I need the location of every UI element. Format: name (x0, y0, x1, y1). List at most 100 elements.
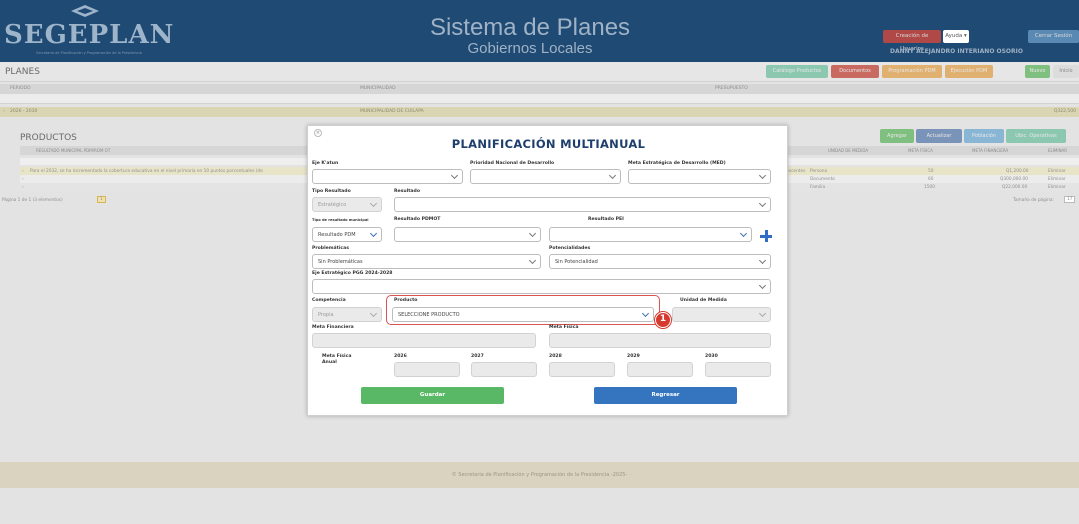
planes-grid-filter-row[interactable] (0, 94, 1079, 104)
year-2029-label: 2029 (627, 354, 640, 359)
update-product-button[interactable]: Actualizar (916, 129, 962, 143)
delete-link[interactable]: Eliminar (1048, 177, 1066, 182)
row-expand-icon[interactable]: › (3, 109, 5, 114)
add-product-button[interactable]: Agregar (880, 129, 914, 143)
competencia-label: Competencia (312, 298, 346, 303)
app-header: SEGEPLAN Secretaría de Planificación y P… (0, 0, 1079, 62)
eje-katun-select[interactable] (312, 169, 463, 184)
ejecucion-pdm-button[interactable]: Ejecución PDM (945, 65, 993, 78)
cell-meta-financiera: Q22,000.00 (1002, 184, 1028, 190)
year-2027-label: 2027 (471, 354, 484, 359)
meta-financiera-input[interactable] (312, 333, 536, 348)
page-size-label: Tamaño de página: (1013, 198, 1054, 203)
cell-meta-fisica: 60 (928, 176, 934, 182)
row-expand-icon[interactable]: › (22, 177, 24, 182)
help-dropdown[interactable]: Ayuda ▾ (943, 30, 969, 43)
page-size-select[interactable]: 17 (1064, 196, 1076, 203)
col-meta-fisica: META FISICA (908, 148, 933, 153)
poblacion-button[interactable]: Población (964, 129, 1004, 143)
back-button[interactable]: Regresar (594, 387, 737, 404)
potencialidades-select[interactable]: Sin Potencialidad (549, 254, 771, 269)
meta-2030-input[interactable] (705, 362, 771, 377)
row-presupuesto: Q322,500 (1053, 109, 1076, 114)
col-unidad: UNIDAD DE MEDIDA (828, 148, 869, 153)
programacion-pdm-button[interactable]: Programación PDM (882, 65, 942, 78)
col-eliminar: ELIMINAR (1048, 148, 1068, 153)
tipo-resultado-select[interactable]: Estratégico (312, 197, 382, 212)
meta-fisica-input[interactable] (549, 333, 771, 348)
ubic-operativas-button[interactable]: Ubic. Operativas (1006, 129, 1066, 143)
prioridad-label: Prioridad Nacional de Desarrollo (470, 161, 555, 166)
unidad-medida-select[interactable] (672, 307, 771, 322)
chevron-down-icon (758, 199, 767, 208)
chevron-down-icon (369, 199, 378, 208)
productos-title: PRODUCTOS (20, 133, 77, 143)
home-button[interactable]: Inicio (1053, 65, 1079, 78)
new-button[interactable]: Nuevo (1025, 65, 1050, 78)
pager-page-button[interactable]: 1 (97, 196, 106, 203)
tipo-municipal-select[interactable]: Resultado PDM (312, 227, 382, 242)
close-icon[interactable]: × (314, 129, 322, 137)
chevron-down-icon (739, 229, 748, 238)
resultado-label: Resultado (394, 189, 420, 194)
meta-2026-input[interactable] (394, 362, 460, 377)
chevron-down-icon (528, 256, 537, 265)
row-expand-icon[interactable]: › (22, 185, 24, 190)
catalog-products-button[interactable]: Catálogo Productos (766, 65, 828, 78)
resultado-pdmot-select[interactable] (394, 227, 541, 242)
add-plus-icon[interactable] (760, 230, 772, 242)
chevron-down-icon (528, 229, 537, 238)
pager-summary: Página 1 de 1 (3 elementos) (2, 198, 63, 203)
producto-highlight (386, 295, 660, 325)
logo-diamond-icon (71, 5, 99, 17)
cell-unidad: Persona (810, 168, 828, 174)
logout-button[interactable]: Cerrar Sesión (1028, 30, 1079, 43)
resultado-pei-select[interactable] (549, 227, 752, 242)
user-name: DANNY ALEJANDRO INTERIANO OSORIO (890, 48, 1023, 55)
prioridad-select[interactable] (470, 169, 621, 184)
potencialidades-value: Sin Potencialidad (555, 259, 598, 265)
meta-financiera-label: Meta Financiera (312, 325, 354, 330)
tipo-municipal-value: Resultado PDM (318, 232, 356, 238)
resultado-pei-label: Resultado PEI (588, 217, 624, 222)
col-meta-financiera: META FINANCIERA (972, 148, 1009, 153)
create-users-button[interactable]: Creación de Usuarios (883, 30, 941, 52)
tipo-municipal-label: Tipo de resultado municipal (312, 218, 369, 222)
planes-grid-row[interactable]: › 2026 - 2030 MUNICIPALIDAD DE CUILAPA Q… (0, 107, 1079, 117)
row-expand-icon[interactable]: › (22, 169, 24, 174)
save-button[interactable]: Guardar (361, 387, 504, 404)
meta-med-select[interactable] (628, 169, 771, 184)
delete-link[interactable]: Eliminar (1048, 169, 1066, 174)
delete-link[interactable]: Eliminar (1048, 185, 1066, 190)
cell-unidad: Documento (810, 176, 835, 182)
eje-katun-label: Eje K'atun (312, 161, 339, 166)
unidad-medida-label: Unidad de Medida (680, 298, 727, 303)
cell-meta-fisica: 1500 (924, 184, 935, 190)
documents-button[interactable]: Documentos (831, 65, 879, 78)
col-resultado: RESULTADO MUNICIPAL PDM/ROM OT (36, 148, 111, 153)
cell-meta-financiera: Q300,000.00 (1000, 176, 1028, 182)
meta-2027-input[interactable] (471, 362, 537, 377)
competencia-value: Propia (318, 312, 334, 318)
chevron-down-icon (608, 171, 617, 180)
cell-meta-fisica: 50 (928, 168, 934, 174)
tipo-resultado-value: Estratégico (318, 202, 347, 208)
cell-unidad: Familia (810, 184, 826, 190)
eje-pgg-select[interactable] (312, 279, 771, 294)
cell-resultado: Para el 2032, se ha incrementado la cobe… (30, 168, 263, 174)
meta-2028-input[interactable] (549, 362, 615, 377)
year-2026-label: 2026 (394, 354, 407, 359)
meta-2029-input[interactable] (627, 362, 693, 377)
chevron-down-icon (758, 256, 767, 265)
col-presupuesto: PRESUPUESTO (715, 86, 748, 91)
problematicas-select[interactable]: Sin Problemáticas (312, 254, 541, 269)
meta-fisica-anual-label: Meta Física Anual (322, 354, 356, 366)
problematicas-label: Problemáticas (312, 246, 349, 251)
year-2028-label: 2028 (549, 354, 562, 359)
help-label: Ayuda (945, 33, 963, 39)
competencia-select[interactable]: Propia (312, 307, 382, 322)
potencialidades-label: Potencialidades (549, 246, 591, 251)
resultado-select[interactable] (394, 197, 771, 212)
segeplan-logo: SEGEPLAN Secretaría de Planificación y P… (4, 4, 174, 60)
eje-pgg-label: Eje Estratégico PGG 2024-2028 (312, 271, 393, 276)
